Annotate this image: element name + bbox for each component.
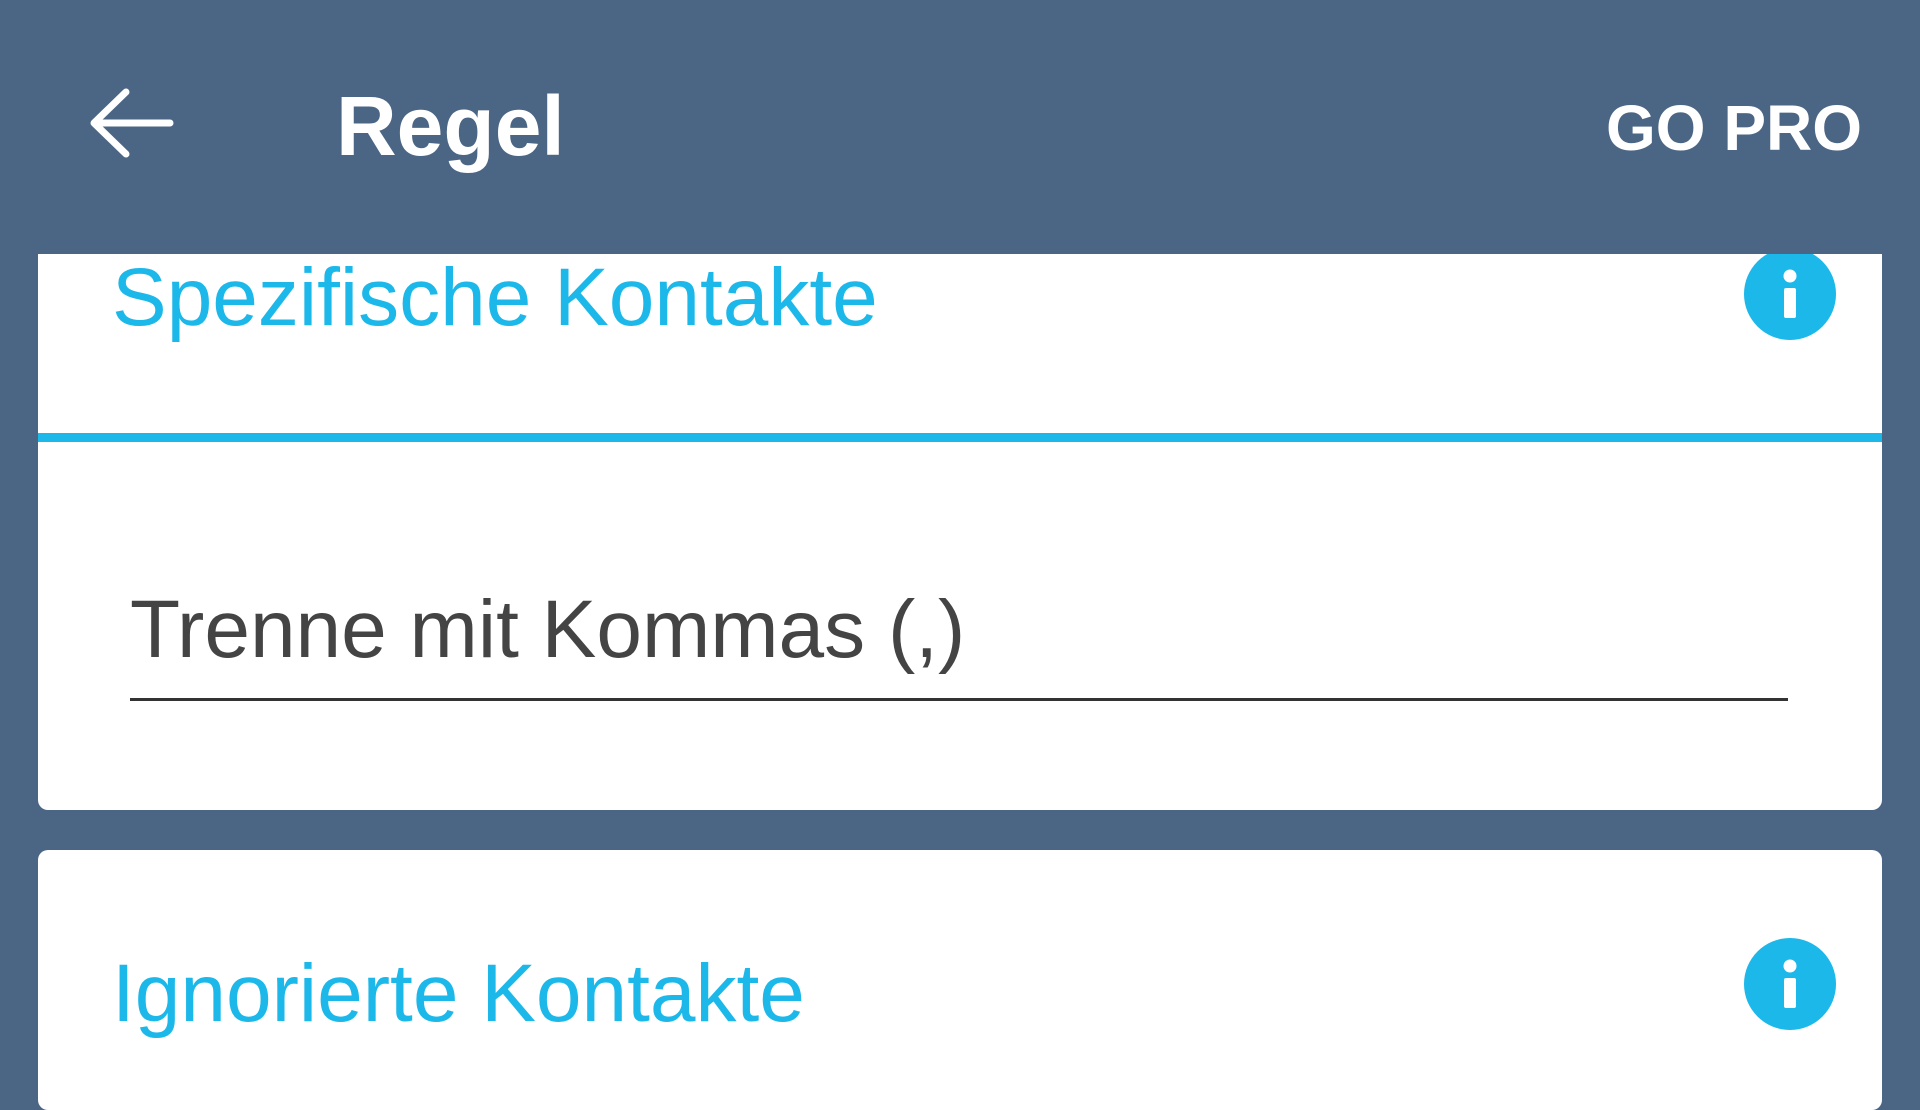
specific-contacts-card: Spezifische Kontakte Trenne mit Kommas (…: [38, 254, 1882, 810]
info-icon[interactable]: [1744, 254, 1836, 340]
section-divider: [38, 433, 1882, 442]
back-button[interactable]: [86, 78, 176, 168]
info-icon[interactable]: [1744, 938, 1836, 1030]
arrow-left-icon: [90, 88, 174, 158]
section-title-ignored-contacts: Ignorierte Kontakte: [112, 948, 805, 1039]
contacts-input[interactable]: Trenne mit Kommas (,): [130, 574, 1788, 701]
section-title-specific-contacts: Spezifische Kontakte: [112, 254, 878, 343]
page-title: Regel: [336, 79, 565, 173]
app-bar: Regel GO PRO: [0, 0, 1920, 250]
ignored-contacts-card: Ignorierte Kontakte: [38, 850, 1882, 1110]
contacts-input-placeholder: Trenne mit Kommas (,): [130, 584, 966, 675]
go-pro-button[interactable]: GO PRO: [1606, 88, 1862, 168]
